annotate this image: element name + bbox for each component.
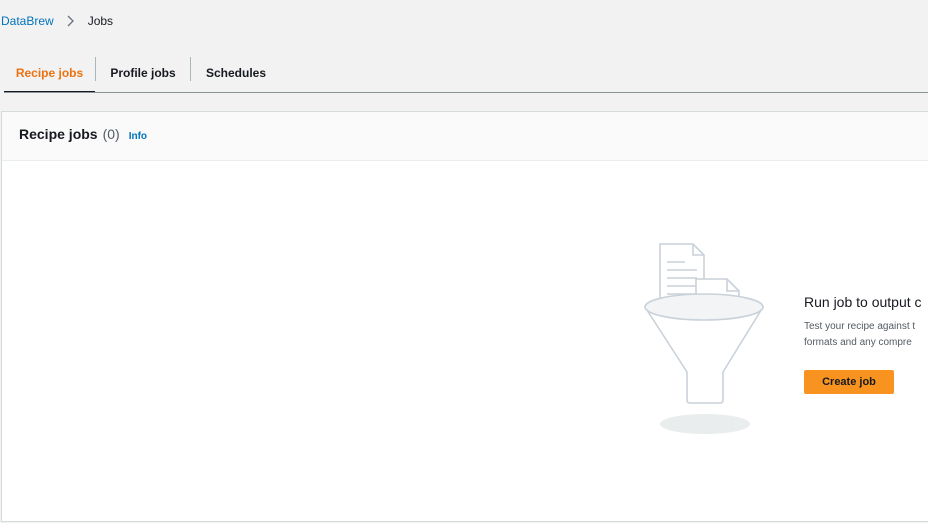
funnel-icon	[644, 293, 764, 404]
breadcrumb: DataBrew Jobs	[1, 13, 113, 29]
panel-header: Recipe jobs (0) Info	[2, 112, 928, 161]
create-job-button[interactable]: Create job	[804, 370, 894, 394]
empty-funnel-illustration	[641, 242, 767, 437]
breadcrumb-current: Jobs	[87, 14, 114, 28]
empty-state-description-line: Test your recipe against t	[804, 321, 916, 332]
job-tabs: Recipe jobs Profile jobs Schedules	[4, 53, 928, 93]
tab-recipe-jobs[interactable]: Recipe jobs	[4, 53, 95, 93]
panel-title: Recipe jobs (0) Info	[19, 126, 147, 142]
tab-profile-jobs[interactable]: Profile jobs	[96, 53, 190, 92]
tab-schedules[interactable]: Schedules	[191, 53, 281, 92]
panel-count: (0)	[102, 126, 120, 142]
breadcrumb-databrew-link[interactable]: DataBrew	[1, 13, 54, 29]
chevron-right-icon	[62, 13, 80, 29]
panel-title-text: Recipe jobs	[19, 126, 98, 142]
page-viewport: DataBrew Jobs Recipe jobs Profile jobs S…	[0, 0, 928, 523]
empty-state-description: Test your recipe against t formats and a…	[804, 319, 928, 351]
empty-state-description-line: formats and any compre	[804, 337, 912, 348]
empty-state-heading: Run job to output c	[804, 294, 922, 310]
recipe-jobs-panel: Recipe jobs (0) Info	[1, 111, 928, 522]
tabs-underline	[4, 92, 928, 93]
info-link[interactable]: Info	[129, 131, 147, 142]
